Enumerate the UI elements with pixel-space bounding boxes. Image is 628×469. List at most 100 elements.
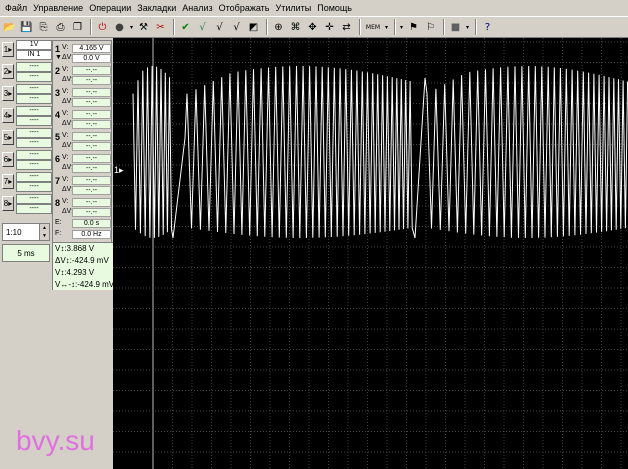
dv-value-box: --.-- bbox=[72, 186, 111, 195]
check-icon[interactable]: ✔ bbox=[178, 20, 193, 35]
fill-icon[interactable]: ■ bbox=[448, 20, 463, 35]
menu-item-8[interactable]: Помощь bbox=[314, 0, 355, 16]
v-label: V: bbox=[62, 110, 69, 117]
channel-input-field[interactable]: ---- bbox=[16, 160, 52, 170]
v-value-box: --.-- bbox=[72, 66, 111, 75]
measurement-number: 6 bbox=[55, 154, 61, 164]
time-per-div-field[interactable]: 5 ms bbox=[2, 244, 50, 262]
channel-values: ---- ---- bbox=[16, 84, 52, 104]
channel-scale: ---- bbox=[29, 173, 39, 180]
channel-scale-field[interactable]: 1V bbox=[16, 40, 52, 50]
dv-value: --.-- bbox=[85, 77, 98, 84]
f-value: 0.0 Hz bbox=[81, 231, 102, 238]
menu-item-6[interactable]: Отображать bbox=[216, 0, 273, 16]
record-dropdown-icon[interactable]: ▾ bbox=[129, 20, 134, 35]
v-label: V: bbox=[62, 176, 69, 183]
channel-scale: ---- bbox=[29, 129, 39, 136]
graph-icon[interactable]: ◩ bbox=[246, 20, 261, 35]
channel-arrow-icon: ▸ bbox=[8, 67, 13, 76]
move-icon[interactable]: ✥ bbox=[305, 20, 320, 35]
stop-icon[interactable]: ⏻ bbox=[95, 20, 110, 35]
cut-icon[interactable]: ✂ bbox=[153, 20, 168, 35]
channel-row-6: 6 ▸ ---- ---- bbox=[2, 150, 52, 171]
measurement-block-7: 7 V: --.-- ΔV: --.-- bbox=[53, 175, 113, 196]
channel-scale-field[interactable]: ---- bbox=[16, 150, 52, 160]
open-folder-icon[interactable]: 📂 bbox=[2, 20, 17, 35]
timebase-spinner[interactable]: ▲ ▼ bbox=[39, 224, 49, 240]
v-label: V: bbox=[62, 44, 69, 51]
channel-scale-field[interactable]: ---- bbox=[16, 172, 52, 182]
channel-input-field[interactable]: ---- bbox=[16, 116, 52, 126]
measurement-block-8: 8 V: --.-- ΔV: --.-- bbox=[53, 197, 113, 218]
channel-1-button[interactable]: 1 ▸ bbox=[2, 42, 14, 57]
dv-value: --.-- bbox=[85, 99, 98, 106]
marker-icon[interactable]: ⚑ bbox=[406, 20, 421, 35]
print-icon[interactable]: ⎙ bbox=[53, 20, 68, 35]
menu-item-5[interactable]: Анализ bbox=[179, 0, 215, 16]
channel-values: ---- ---- bbox=[16, 172, 52, 192]
menu-item-7[interactable]: Утилиты bbox=[272, 0, 314, 16]
save-icon[interactable]: 💾 bbox=[19, 20, 34, 35]
folder-dropdown-icon[interactable]: ▾ bbox=[399, 20, 404, 35]
check-v1-icon[interactable]: √ bbox=[195, 20, 210, 35]
measurement-block-3: 3 V: --.-- ΔV: --.-- bbox=[53, 87, 113, 108]
channel-scale-field[interactable]: ---- bbox=[16, 128, 52, 138]
menu-item-2[interactable]: Управление bbox=[30, 0, 86, 16]
channel-arrow-icon: ▸ bbox=[8, 199, 13, 208]
channel-3-button[interactable]: 3 ▸ bbox=[2, 86, 14, 101]
flag-icon[interactable]: ⚐ bbox=[423, 20, 438, 35]
measurement-number: 3 bbox=[55, 88, 61, 98]
channel-7-button[interactable]: 7 ▸ bbox=[2, 174, 14, 189]
fill-dropdown-icon[interactable]: ▾ bbox=[465, 20, 470, 35]
channel-scale-field[interactable]: ---- bbox=[16, 194, 52, 204]
spin-down-icon[interactable]: ▼ bbox=[42, 233, 47, 239]
menu-item-4[interactable]: Закладки bbox=[134, 0, 179, 16]
toolbar-separator bbox=[173, 19, 175, 35]
timebase-ratio-select[interactable]: 1:10 ▲ ▼ bbox=[2, 223, 50, 241]
menu-item-3[interactable]: Операции bbox=[86, 0, 134, 16]
channel-1-marker[interactable]: 1▸ bbox=[114, 165, 124, 175]
export-icon[interactable]: ⎘ bbox=[36, 20, 51, 35]
channel-input-field[interactable]: ---- bbox=[16, 182, 52, 192]
scope-canvas[interactable]: 1▸ bbox=[113, 38, 628, 469]
dv-value: --.-- bbox=[85, 187, 98, 194]
oscilloscope-display[interactable]: 1▸ bbox=[113, 38, 628, 469]
channel-scale-field[interactable]: ---- bbox=[16, 62, 52, 72]
check-v2-icon[interactable]: √ bbox=[212, 20, 227, 35]
record-icon[interactable]: ● bbox=[112, 20, 127, 35]
measurement-number: 8 bbox=[55, 198, 61, 208]
cursor-icon[interactable]: ✛ bbox=[322, 20, 337, 35]
channel-input: IN 1 bbox=[27, 51, 41, 58]
channel-input-field[interactable]: IN 1 bbox=[16, 50, 52, 60]
channel-values: ---- ---- bbox=[16, 128, 52, 148]
channel-scale-field[interactable]: ---- bbox=[16, 84, 52, 94]
channel-input-field[interactable]: ---- bbox=[16, 204, 52, 214]
timebase-ratio-value: 1:10 bbox=[6, 227, 22, 237]
device-icon[interactable]: ⌘ bbox=[288, 20, 303, 35]
copy-icon[interactable]: ❐ bbox=[70, 20, 85, 35]
channel-2-button[interactable]: 2 ▸ bbox=[2, 64, 14, 79]
tools-icon[interactable]: ⚒ bbox=[136, 20, 151, 35]
help-icon[interactable]: ? bbox=[480, 20, 495, 35]
memory-dropdown-icon[interactable]: ▾ bbox=[384, 20, 389, 35]
channel-scale-field[interactable]: ---- bbox=[16, 106, 52, 116]
channel-values: 1V IN 1 bbox=[16, 40, 52, 60]
check-v3-icon[interactable]: √ bbox=[229, 20, 244, 35]
spin-up-icon[interactable]: ▲ bbox=[42, 225, 47, 231]
measurement-number: 5 bbox=[55, 132, 61, 142]
menu-item-1[interactable]: Файл bbox=[2, 0, 30, 16]
v-value-box: --.-- bbox=[72, 132, 111, 141]
channel-4-button[interactable]: 4 ▸ bbox=[2, 108, 14, 123]
channel-input: ---- bbox=[29, 117, 39, 124]
zoom-icon[interactable]: ⊕ bbox=[271, 20, 286, 35]
channel-input-field[interactable]: ---- bbox=[16, 138, 52, 148]
channel-5-button[interactable]: 5 ▸ bbox=[2, 130, 14, 145]
channel-8-button[interactable]: 8 ▸ bbox=[2, 196, 14, 211]
measurement-block-5: 5 V: --.-- ΔV: --.-- bbox=[53, 131, 113, 152]
measurement-number: 2 bbox=[55, 66, 61, 76]
channel-input-field[interactable]: ---- bbox=[16, 94, 52, 104]
arrows-icon[interactable]: ⇄ bbox=[339, 20, 354, 35]
channel-6-button[interactable]: 6 ▸ bbox=[2, 152, 14, 167]
channel-input-field[interactable]: ---- bbox=[16, 72, 52, 82]
memory-icon[interactable]: MEM bbox=[364, 20, 382, 35]
